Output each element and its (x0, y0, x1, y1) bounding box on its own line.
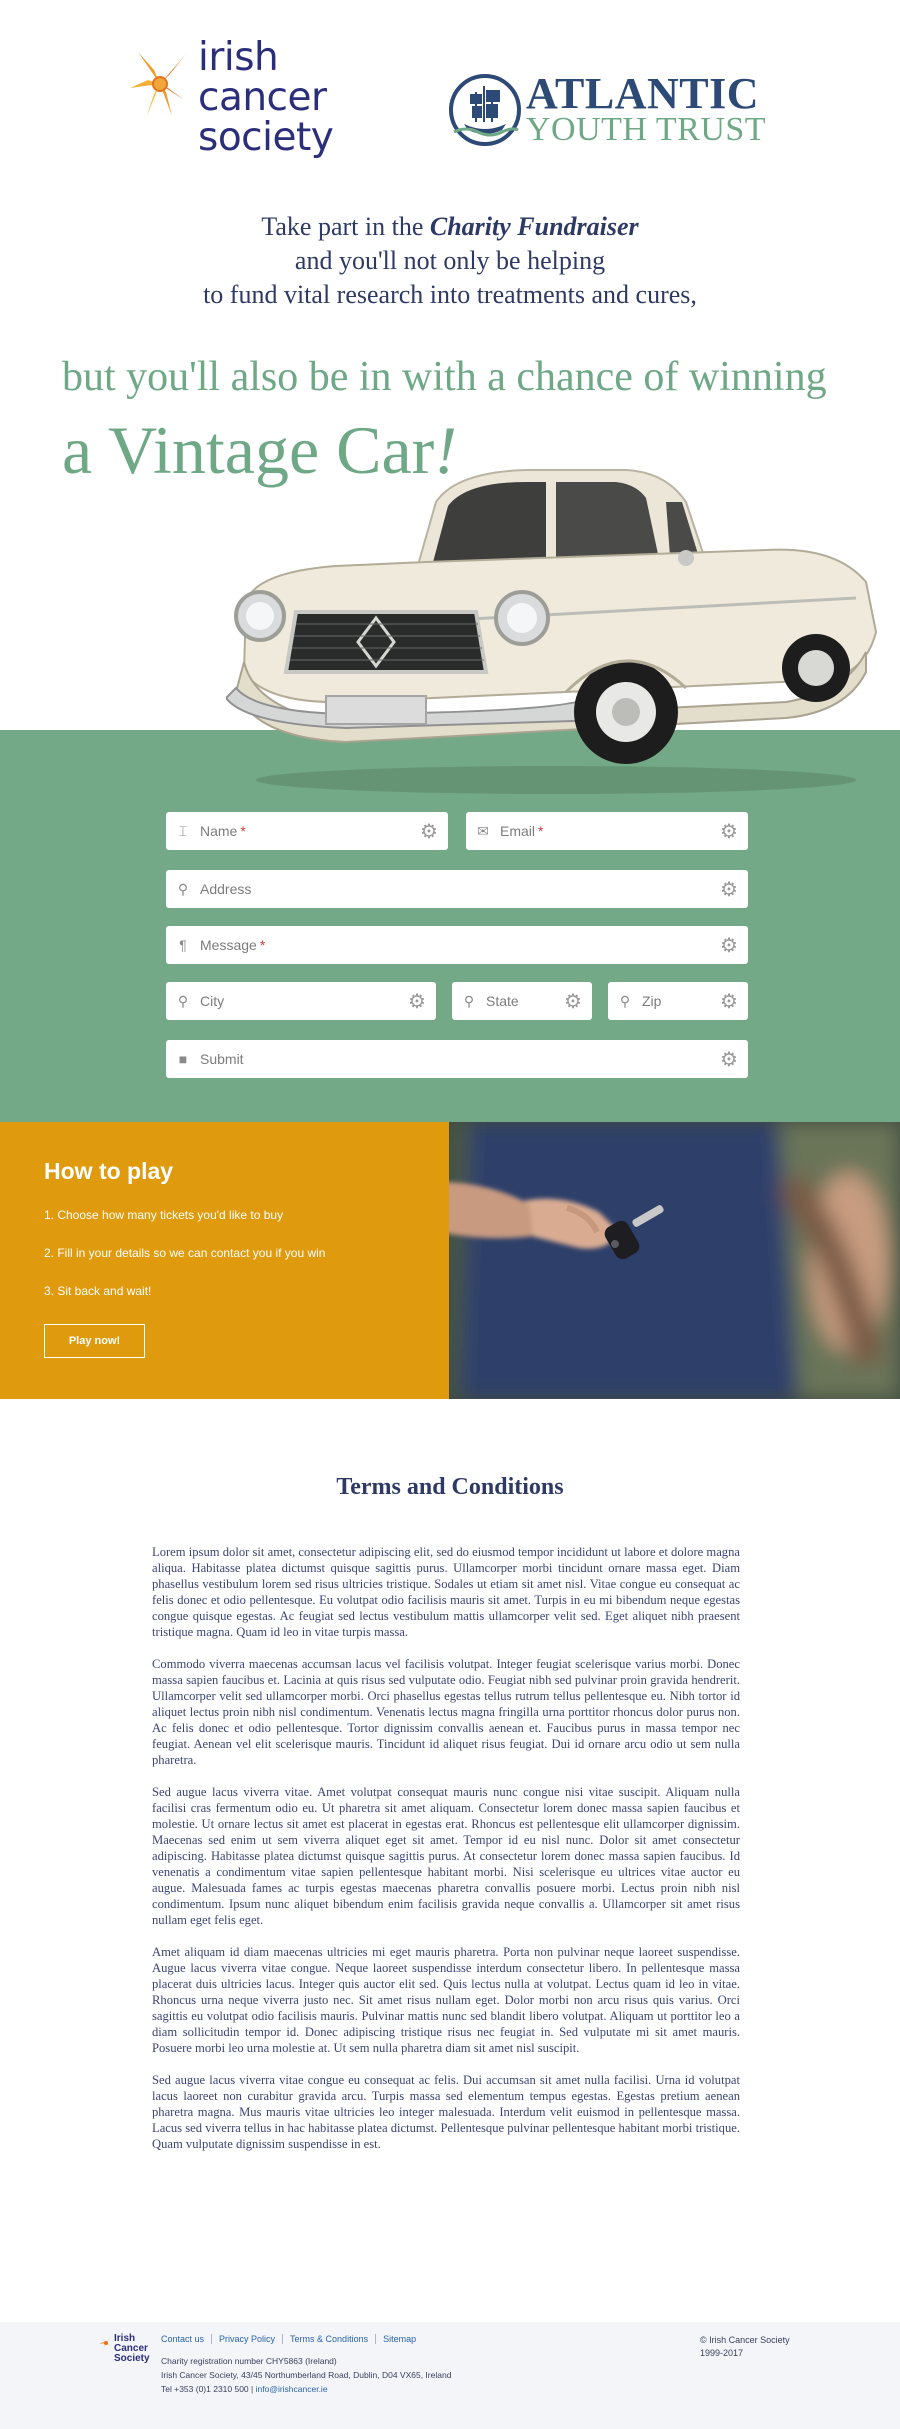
gear-icon[interactable]: ⚙ (710, 1047, 748, 1072)
text-cursor-icon: ⌶ (178, 822, 188, 839)
intro-line-2: and you'll not only be helping (294, 246, 606, 275)
required-marker: * (240, 823, 246, 839)
footer-link-privacy[interactable]: Privacy Policy (211, 2334, 282, 2344)
ics-logo-line: irish (198, 35, 279, 80)
intro-line-1: Take part in the Charity Fundraiser (0, 210, 900, 244)
vintage-car-image (226, 469, 878, 794)
terms-paragraph: Lorem ipsum dolor sit amet, consectetur … (152, 1545, 740, 1639)
gear-icon[interactable]: ⚙ (710, 877, 748, 902)
footer-copyright: © Irish Cancer Society 1999-2017 (700, 2334, 790, 2360)
footer-link-contact[interactable]: Contact us (161, 2334, 211, 2344)
zip-field-label: Zip (642, 993, 662, 1009)
car-keys-photo (449, 1122, 900, 1399)
paragraph-icon: ¶ (179, 937, 187, 953)
daffodil-icon (99, 2336, 112, 2351)
intro-emphasis: Charity Fundraiser (429, 212, 639, 241)
gear-icon[interactable]: ⚙ (710, 989, 748, 1014)
copyright-text: © Irish Cancer Society (700, 2335, 790, 2345)
ics-logo-text: irish cancer society (198, 35, 334, 160)
footer-address: Irish Cancer Society, 43/45 Northumberla… (161, 2370, 452, 2380)
terms-body: Lorem ipsum dolor sit amet, consectetur … (152, 1544, 740, 2168)
intro-line-3: to fund vital research into treatments a… (203, 280, 697, 309)
map-pin-icon: ⚲ (177, 992, 189, 1009)
required-marker: * (538, 823, 544, 839)
play-now-button[interactable]: Play now! (44, 1324, 145, 1358)
terms-title: Terms and Conditions (336, 1474, 564, 1500)
footer-links: Contact us Privacy Policy Terms & Condit… (161, 2334, 423, 2344)
email-field-label: Email * (500, 823, 710, 839)
email-label-text: Email (500, 823, 536, 839)
envelope-icon: ✉ (477, 822, 489, 839)
map-pin-icon: ⚲ (619, 992, 631, 1009)
page: irish cancer society ATLANTIC YOUTH TRUS… (0, 0, 900, 2429)
irish-cancer-society-logo[interactable]: irish cancer society (124, 36, 354, 166)
address-field-label: Address (200, 881, 252, 897)
footer-logo-line: Society (114, 2353, 150, 2364)
message-field[interactable]: ¶ Message * ⚙ (166, 926, 748, 964)
footer-phone: Tel +353 (0)1 2310 500 | (161, 2384, 254, 2394)
gear-icon[interactable]: ⚙ (410, 819, 448, 844)
square-icon: ■ (178, 1051, 188, 1067)
gear-icon[interactable]: ⚙ (554, 989, 592, 1014)
ship-emblem-icon (449, 74, 521, 146)
name-field-label: Name * (200, 823, 410, 839)
footer-link-terms[interactable]: Terms & Conditions (282, 2334, 375, 2344)
terms-paragraph: Amet aliquam id diam maecenas ultricies … (152, 1945, 740, 2055)
step-item: 2. Fill in your details so we can contac… (44, 1246, 326, 1260)
state-field-label: State (486, 993, 519, 1009)
required-marker: * (259, 937, 266, 953)
header-logos: irish cancer society ATLANTIC YOUTH TRUS… (0, 36, 900, 176)
email-field[interactable]: ✉ Email * ⚙ (466, 812, 748, 850)
gear-icon[interactable]: ⚙ (710, 933, 748, 958)
map-pin-icon: ⚲ (463, 992, 475, 1009)
footer-email-link[interactable]: info@irishcancer.ie (256, 2384, 328, 2394)
how-to-play-title: How to play (44, 1158, 174, 1184)
submit-button-label: Submit (200, 1051, 244, 1067)
name-field[interactable]: ⌶ Name * ⚙ (166, 812, 448, 850)
name-label-text: Name (200, 823, 238, 839)
footer-link-sitemap[interactable]: Sitemap (375, 2334, 423, 2344)
message-label-text: Message (200, 937, 257, 953)
footer-registration: Charity registration number CHY5863 (Ire… (161, 2356, 337, 2366)
state-field[interactable]: ⚲ State ⚙ (452, 982, 592, 1020)
aty-logo-title: ATLANTIC (526, 69, 760, 118)
atlantic-youth-trust-logo[interactable]: ATLANTIC YOUTH TRUST (446, 72, 776, 182)
tagline: but you'll also be in with a chance of w… (62, 354, 827, 400)
footer-logo-text: Irish Cancer Society (114, 2334, 150, 2364)
daffodil-icon (130, 52, 186, 118)
zip-field[interactable]: ⚲ Zip ⚙ (608, 982, 748, 1020)
city-field-label: City (200, 993, 225, 1009)
map-pin-icon: ⚲ (177, 880, 189, 897)
step-item: 3. Sit back and wait! (44, 1284, 152, 1298)
terms-paragraph: Sed augue lacus viverra vitae congue eu … (152, 2073, 740, 2151)
copyright-years: 1999-2017 (700, 2348, 744, 2358)
intro-text: Take part in the Charity Fundraiser and … (0, 210, 900, 312)
how-to-play-section: How to play 1. Choose how many tickets y… (0, 1122, 449, 1399)
terms-paragraph: Commodo viverra maecenas accumsan lacus … (152, 1657, 740, 1767)
terms-paragraph: Sed augue lacus viverra vitae. Amet volu… (152, 1785, 740, 1927)
gear-icon[interactable]: ⚙ (398, 989, 436, 1014)
ics-logo-line: society (198, 115, 334, 160)
city-field[interactable]: ⚲ City ⚙ (166, 982, 436, 1020)
ics-logo-line: cancer (198, 75, 327, 120)
message-field-label: Message * (200, 937, 710, 953)
submit-button[interactable]: ■ Submit ⚙ (166, 1040, 748, 1078)
footer-logo[interactable]: Irish Cancer Society (98, 2332, 150, 2366)
address-field[interactable]: ⚲ Address ⚙ (166, 870, 748, 908)
footer-contact: Tel +353 (0)1 2310 500 | info@irishcance… (161, 2384, 328, 2394)
step-item: 1. Choose how many tickets you'd like to… (44, 1208, 284, 1222)
intro-prefix: Take part in the (261, 212, 424, 241)
gear-icon[interactable]: ⚙ (710, 819, 748, 844)
aty-logo-subtitle: YOUTH TRUST (526, 111, 767, 148)
footer: Irish Cancer Society Contact us Privacy … (0, 2322, 900, 2429)
